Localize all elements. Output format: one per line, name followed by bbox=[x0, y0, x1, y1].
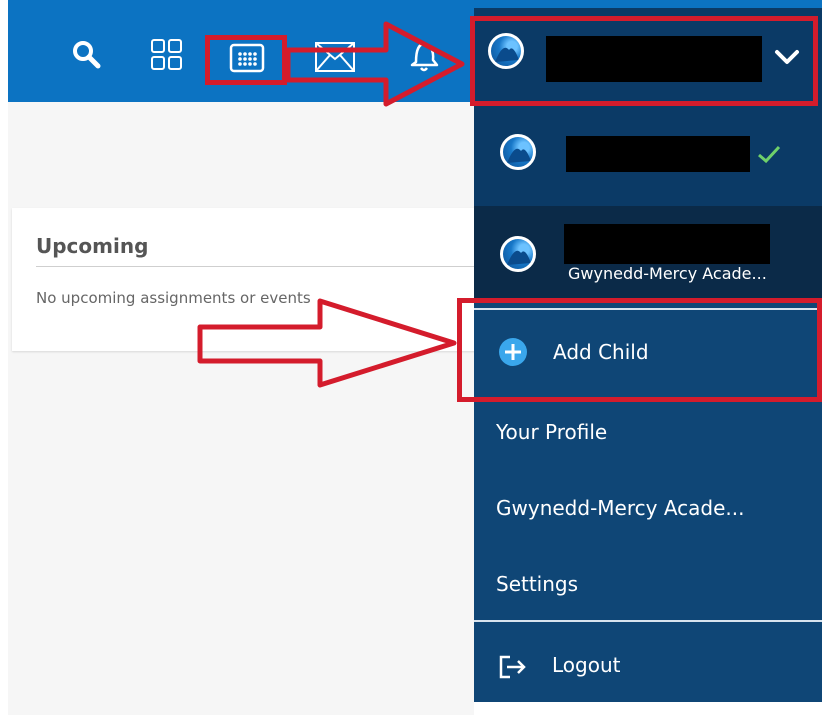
redacted-account-name bbox=[564, 224, 770, 264]
annotation-box-add-child bbox=[457, 298, 822, 402]
page-background bbox=[8, 102, 474, 715]
logout-icon bbox=[499, 655, 526, 679]
search-icon[interactable] bbox=[70, 38, 102, 70]
redacted-account-name bbox=[566, 136, 750, 172]
logout-label: Logout bbox=[552, 653, 621, 677]
user-dropdown-menu: Gwynedd-Mercy Acade... Add Child Your Pr… bbox=[474, 102, 822, 702]
avatar bbox=[500, 236, 536, 272]
checkmark-icon bbox=[758, 145, 781, 164]
avatar bbox=[500, 134, 536, 170]
settings-menu-item[interactable]: Settings bbox=[474, 554, 822, 614]
account-item-current[interactable] bbox=[474, 102, 822, 206]
upcoming-divider bbox=[36, 266, 482, 267]
annotation-arrow-right-top bbox=[285, 21, 465, 107]
account-item-child[interactable]: Gwynedd-Mercy Acade... bbox=[474, 206, 822, 302]
child-school-name: Gwynedd-Mercy Acade... bbox=[568, 264, 767, 283]
apps-grid-icon[interactable] bbox=[150, 38, 184, 72]
annotation-arrow-right-middle bbox=[197, 298, 457, 388]
menu-separator bbox=[474, 620, 822, 622]
your-profile-label: Your Profile bbox=[496, 420, 608, 444]
settings-label: Settings bbox=[496, 572, 579, 596]
logout-menu-item[interactable]: Logout bbox=[474, 630, 822, 700]
school-label: Gwynedd-Mercy Acade... bbox=[496, 496, 745, 520]
upcoming-title: Upcoming bbox=[36, 234, 149, 258]
your-profile-menu-item[interactable]: Your Profile bbox=[474, 402, 822, 462]
school-menu-item[interactable]: Gwynedd-Mercy Acade... bbox=[474, 478, 822, 538]
annotation-box-user-menu bbox=[470, 16, 818, 106]
annotation-box-topbar-icons bbox=[205, 35, 287, 85]
